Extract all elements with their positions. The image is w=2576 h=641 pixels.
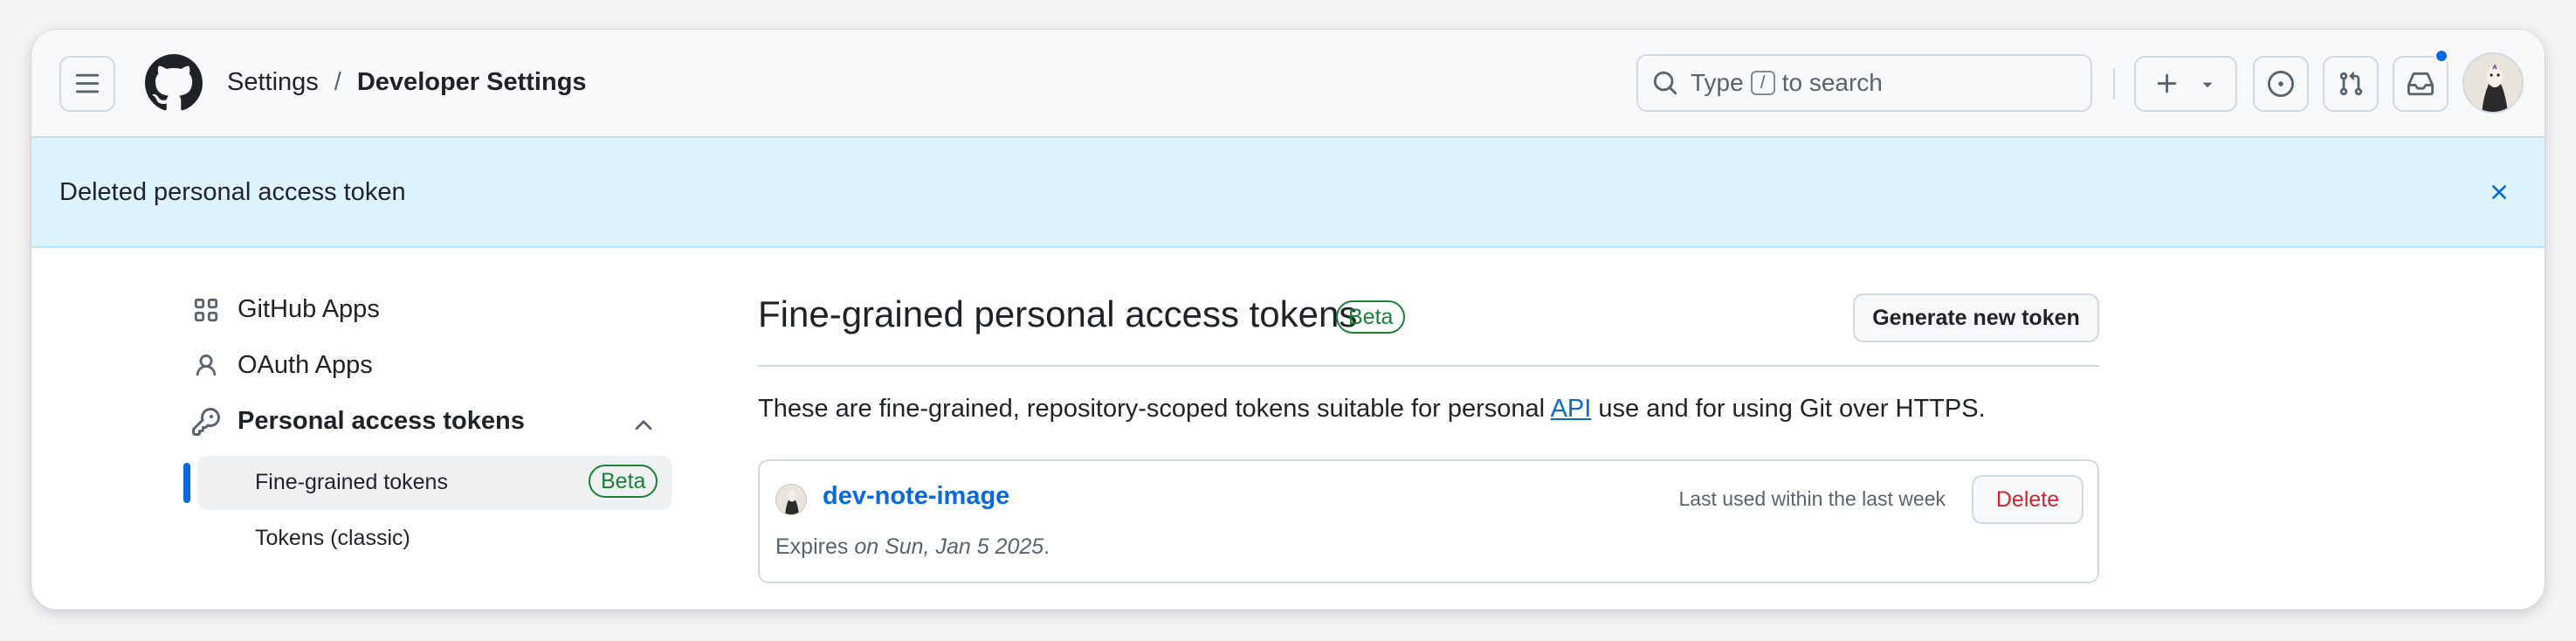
pull-requests-button[interactable] <box>2323 56 2379 112</box>
browser-window: Settings / Developer Settings Type / to … <box>31 30 2545 610</box>
generate-new-token-button[interactable]: Generate new token <box>1853 293 2099 342</box>
token-expiration: Expires on Sun, Jan 5 2025. <box>775 534 1050 560</box>
sidebar-item-oauth-apps[interactable]: OAuth Apps <box>192 351 373 380</box>
search-placeholder-suffix: to search <box>1781 69 1883 96</box>
api-link[interactable]: API <box>1551 395 1592 423</box>
sidebar-item-label: Personal access tokens <box>238 407 525 435</box>
notification-indicator <box>2435 49 2449 63</box>
token-list-item: dev-note-image Last used within the last… <box>758 459 2099 583</box>
breadcrumb-separator: / <box>334 68 341 96</box>
flash-banner: Deleted personal access token <box>31 138 2545 248</box>
github-logo-icon[interactable] <box>145 54 203 112</box>
top-header: Settings / Developer Settings Type / to … <box>31 30 2545 138</box>
apps-grid-icon <box>192 296 220 324</box>
description-text-before: These are fine-grained, repository-scope… <box>758 395 1551 423</box>
close-icon <box>2492 185 2506 199</box>
sidebar-item-personal-access-tokens[interactable]: Personal access tokens <box>192 407 525 436</box>
beta-badge: Beta <box>589 465 658 498</box>
description-text-after: use and for using Git over HTTPS. <box>1591 395 1986 423</box>
key-icon <box>192 407 220 436</box>
header-divider <box>2113 68 2115 100</box>
expires-prefix: Expires <box>775 534 855 559</box>
sidebar-subitem-tokens-classic[interactable]: Tokens (classic) <box>255 526 410 551</box>
flash-dismiss-button[interactable] <box>2482 175 2517 210</box>
sidebar-subitem-label[interactable]: Fine-grained tokens <box>255 470 448 495</box>
breadcrumb-current[interactable]: Developer Settings <box>357 68 587 97</box>
beta-badge: Beta <box>1336 300 1406 334</box>
breadcrumb-settings-link[interactable]: Settings <box>227 68 319 97</box>
search-input[interactable]: Type / to search <box>1636 54 2092 112</box>
person-icon <box>192 352 220 380</box>
issues-button[interactable] <box>2253 56 2309 112</box>
page-description: These are fine-grained, repository-scope… <box>758 395 1986 424</box>
flash-message: Deleted personal access token <box>59 178 406 206</box>
hamburger-icon <box>75 73 100 93</box>
breadcrumb: Settings / Developer Settings <box>227 68 587 97</box>
expires-date: on Sun, Jan 5 2025 <box>854 534 1044 559</box>
git-pull-request-icon <box>2339 72 2363 96</box>
page-title: Fine-grained personal access tokens <box>758 293 1358 334</box>
sidebar-item-label: OAuth Apps <box>238 351 373 379</box>
sidebar-item-label: GitHub Apps <box>238 295 380 323</box>
search-shortcut-key: / <box>1750 71 1775 95</box>
active-item-marker <box>183 463 190 503</box>
sidebar-item-github-apps[interactable]: GitHub Apps <box>192 295 380 324</box>
caret-down-icon <box>2202 82 2213 87</box>
menu-button[interactable] <box>59 56 115 112</box>
create-new-button[interactable] <box>2134 56 2237 112</box>
title-divider <box>758 365 2099 367</box>
chevron-up-icon[interactable] <box>630 412 657 438</box>
delete-token-button[interactable]: Delete <box>1972 475 2084 524</box>
avatar-image-icon <box>776 485 806 514</box>
token-last-used: Last used within the last week <box>1678 487 1946 510</box>
avatar-image-icon <box>2464 54 2522 112</box>
notifications-button[interactable] <box>2393 56 2449 112</box>
search-placeholder-prefix: Type <box>1691 69 1744 96</box>
expires-suffix: . <box>1043 534 1050 559</box>
token-owner-avatar <box>775 484 807 515</box>
token-name-link[interactable]: dev-note-image <box>823 482 1009 511</box>
search-icon <box>1653 71 1677 95</box>
issue-opened-icon <box>2268 71 2294 97</box>
plus-icon <box>2157 73 2177 93</box>
inbox-icon <box>2407 72 2434 96</box>
user-avatar[interactable] <box>2462 52 2524 114</box>
